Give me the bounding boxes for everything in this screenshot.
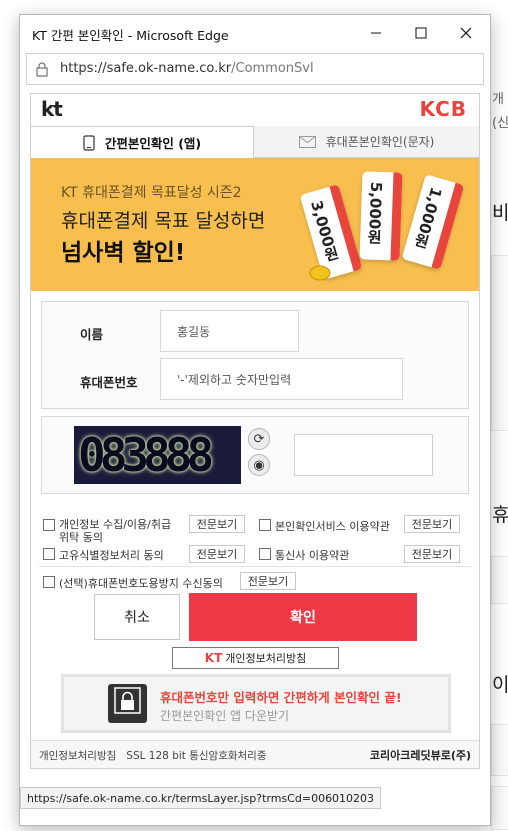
status-bar-link: https://safe.ok-name.co.kr/termsLayer.js… <box>20 787 382 809</box>
checkbox[interactable] <box>43 519 55 531</box>
refresh-icon: ⟳ <box>253 431 265 447</box>
url-path: /CommonSvl <box>231 61 314 76</box>
maximize-icon <box>415 27 427 39</box>
envelope-icon <box>298 135 316 148</box>
bg-text-5: 이 <box>492 674 508 696</box>
privacy-policy-button[interactable]: KT 개인정보처리방침 <box>172 647 339 669</box>
tab-app-auth-label: 간편본인확인 (앱) <box>104 136 202 151</box>
tab-app-auth[interactable]: 간편본인확인 (앱) <box>31 126 254 158</box>
app-lock-icon <box>108 684 147 723</box>
privacy-kt-prefix: KT <box>204 651 223 665</box>
cancel-button[interactable]: 취소 <box>94 594 180 640</box>
bg-box-2 <box>491 556 508 604</box>
captcha-box: 083888 ⟳ ◉ <box>41 416 469 494</box>
bg-text-1: 개 <box>492 92 504 107</box>
bg-box-3 <box>491 724 508 776</box>
captcha-image: 083888 <box>74 426 241 484</box>
address-bar[interactable]: https://safe.ok-name.co.kr/CommonSvl <box>26 53 484 85</box>
captcha-audio-button[interactable]: ◉ <box>248 454 270 476</box>
window-title: KT 간편 본인확인 - Microsoft Edge <box>32 28 229 43</box>
captcha-text: 083888 <box>78 428 214 482</box>
edge-popup-window: KT 간편 본인확인 - Microsoft Edge https://safe… <box>19 14 491 826</box>
agree-auth-service-terms[interactable]: 본인확인서비스 이용약관 <box>259 518 390 534</box>
kt-logo: kt <box>41 97 63 121</box>
promo-banner[interactable]: KT 휴대폰결제 목표달성 시즌2 휴대폰결제 목표 달성하면 넘사벽 할인! … <box>31 158 479 291</box>
phone-input[interactable]: '-'제외하고 숫자만입력 <box>160 358 403 400</box>
view-terms-button[interactable]: 전문보기 <box>189 515 245 533</box>
checkbox[interactable] <box>43 576 55 588</box>
bg-text-2: (신 <box>492 116 508 131</box>
agree-privacy-collection[interactable]: 개인정보 수집/이용/취급 위탁 동의 <box>43 518 181 544</box>
brand-bar: kt KCB <box>31 94 479 124</box>
bg-box-1 <box>491 255 508 431</box>
view-terms-button[interactable]: 전문보기 <box>240 572 296 590</box>
bg-text-3: 비 <box>492 202 508 224</box>
bg-box-4 <box>491 786 508 830</box>
footer: 개인정보처리방침 SSL 128 bit 통신암호화처리중 코리아크레딧뷰로(주… <box>31 740 479 768</box>
privacy-label: 개인정보처리방침 <box>225 652 307 665</box>
input-form: 이름 홍길동 휴대폰번호 '-'제외하고 숫자만입력 <box>41 301 469 409</box>
phone-icon <box>83 134 95 151</box>
agree-label: 고유식별정보처리 동의 <box>59 549 164 562</box>
agree-label: (선택)휴대폰번호도용방지 수신동의 <box>59 577 223 590</box>
banner-subtitle: KT 휴대폰결제 목표달성 시즌2 <box>61 185 242 201</box>
maximize-button[interactable] <box>398 15 444 51</box>
banner-line2: 넘사벽 할인! <box>61 240 186 266</box>
banner-line1: 휴대폰결제 목표 달성하면 <box>61 210 266 232</box>
url-text: https://safe.ok-name.co.kr/CommonSvl <box>60 61 314 76</box>
app-banner-sub: 간편본인확인 앱 다운받기 <box>160 709 290 723</box>
agree-optional-theft-prevention[interactable]: (선택)휴대폰번호도용방지 수신동의 <box>43 575 223 591</box>
close-button[interactable] <box>443 15 489 51</box>
agree-label: 본인확인서비스 이용약관 <box>275 520 390 533</box>
tab-sms-auth[interactable]: 휴대폰본인확인(문자) <box>254 126 479 157</box>
url-host: https://safe.ok-name.co.kr <box>60 61 232 76</box>
app-banner-headline: 휴대폰번호만 입력하면 간편하게 본인확인 끝! <box>160 690 402 705</box>
kcb-logo: KCB <box>419 97 467 121</box>
captcha-input[interactable] <box>294 434 433 476</box>
divider <box>39 566 471 567</box>
footer-company: 코리아크레딧뷰로(주) <box>369 749 471 762</box>
coupon-card: 1,000원 <box>401 174 465 270</box>
name-label: 이름 <box>80 327 104 342</box>
minimize-icon <box>371 32 381 34</box>
minimize-button[interactable] <box>353 15 399 51</box>
agree-label: 개인정보 수집/이용/취급 위탁 동의 <box>59 518 172 544</box>
checkbox[interactable] <box>43 548 55 560</box>
view-terms-button[interactable]: 전문보기 <box>404 545 460 563</box>
close-icon <box>460 27 472 39</box>
checkbox[interactable] <box>259 519 271 531</box>
footer-privacy-ssl[interactable]: 개인정보처리방침 SSL 128 bit 통신암호화처리중 <box>39 748 267 763</box>
app-download-banner[interactable]: 휴대폰번호만 입력하면 간편하게 본인확인 끝! 간편본인확인 앱 다운받기 <box>61 674 451 733</box>
bg-text-4: 휴 <box>492 504 508 526</box>
coupon-card: 5,000원 <box>359 171 403 261</box>
page-content: kt KCB 간편본인확인 (앱) 휴대폰본인확인(문자) KT 휴대폰결제 목… <box>30 93 480 769</box>
agree-label: 통신사 이용약관 <box>275 549 350 562</box>
speaker-icon: ◉ <box>253 457 265 473</box>
coin-icon <box>309 265 331 281</box>
view-terms-button[interactable]: 전문보기 <box>189 545 245 563</box>
phone-label: 휴대폰번호 <box>80 375 138 390</box>
coupon-amount: 5,000원 <box>365 181 386 245</box>
captcha-refresh-button[interactable]: ⟳ <box>248 428 270 450</box>
confirm-button[interactable]: 확인 <box>189 593 417 641</box>
view-terms-button[interactable]: 전문보기 <box>404 515 460 533</box>
checkbox[interactable] <box>259 548 271 560</box>
name-input[interactable]: 홍길동 <box>160 310 299 352</box>
title-bar[interactable]: KT 간편 본인확인 - Microsoft Edge <box>20 15 490 51</box>
agree-unique-id-processing[interactable]: 고유식별정보처리 동의 <box>43 547 164 563</box>
tab-sms-auth-label: 휴대폰본인확인(문자) <box>325 135 435 149</box>
agree-carrier-terms[interactable]: 통신사 이용약관 <box>259 547 349 563</box>
lock-icon <box>36 62 48 77</box>
auth-tabs: 간편본인확인 (앱) 휴대폰본인확인(문자) <box>31 126 479 158</box>
